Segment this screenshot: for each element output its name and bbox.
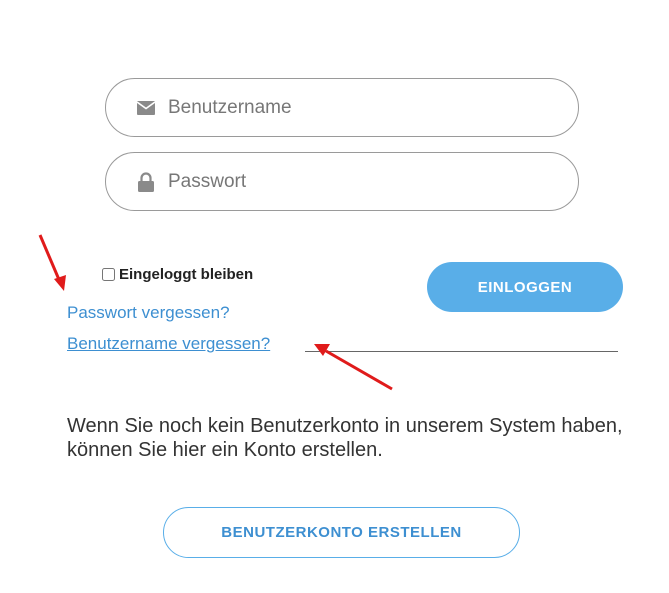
login-page: Eingeloggt bleiben EINLOGGEN Passwort ve… <box>0 0 669 593</box>
remember-me[interactable]: Eingeloggt bleiben <box>102 266 253 283</box>
password-input[interactable] <box>168 153 558 210</box>
login-button[interactable]: EINLOGGEN <box>427 262 623 312</box>
annotation-arrow-top-left <box>38 234 66 291</box>
username-field[interactable] <box>105 78 579 137</box>
remember-me-checkbox[interactable] <box>102 268 115 281</box>
create-account-button[interactable]: BENUTZERKONTO ERSTELLEN <box>163 507 520 558</box>
divider <box>305 351 618 352</box>
lock-icon <box>135 171 157 193</box>
envelope-icon <box>135 97 157 119</box>
register-info-text: Wenn Sie noch kein Benutzerkonto in unse… <box>67 415 623 461</box>
username-input[interactable] <box>168 79 558 136</box>
forgot-password-link[interactable]: Passwort vergessen? <box>67 303 230 323</box>
forgot-username-link[interactable]: Benutzername vergessen? <box>67 334 270 354</box>
password-field[interactable] <box>105 152 579 211</box>
remember-me-label: Eingeloggt bleiben <box>119 266 254 283</box>
